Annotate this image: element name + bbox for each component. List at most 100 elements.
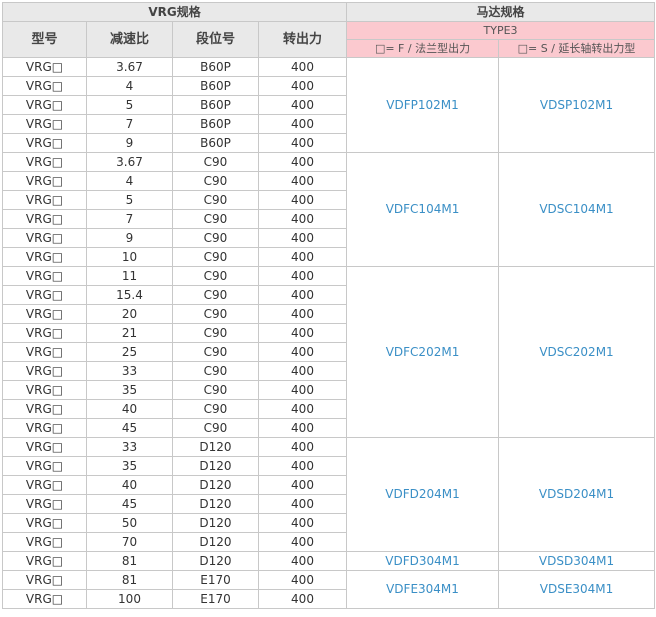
output-cell: 400 bbox=[257, 380, 348, 400]
output-cell: 400 bbox=[257, 570, 348, 590]
model-cell: VRG□ bbox=[2, 171, 87, 191]
ratio-cell: 21 bbox=[86, 323, 173, 343]
ratio-cell: 50 bbox=[86, 513, 173, 533]
model-cell: VRG□ bbox=[2, 228, 87, 248]
ratio-cell: 7 bbox=[86, 209, 173, 229]
output-cell: 400 bbox=[257, 57, 348, 77]
output-cell: 400 bbox=[257, 266, 348, 286]
model-cell: VRG□ bbox=[2, 437, 87, 457]
model-cell: VRG□ bbox=[2, 513, 87, 533]
ratio-cell: 33 bbox=[86, 361, 173, 381]
ratio-cell: 81 bbox=[86, 570, 173, 590]
ratio-cell: 45 bbox=[86, 418, 173, 438]
step-cell: C90 bbox=[172, 266, 259, 286]
ratio-cell: 100 bbox=[86, 589, 173, 609]
model-cell: VRG□ bbox=[2, 361, 87, 381]
ratio-cell: 25 bbox=[86, 342, 173, 362]
output-cell: 400 bbox=[257, 437, 348, 457]
step-cell: B60P bbox=[172, 133, 259, 153]
ratio-cell: 70 bbox=[86, 532, 173, 552]
type-header: TYPE3 bbox=[346, 21, 656, 40]
step-cell: C90 bbox=[172, 323, 259, 343]
model-cell: VRG□ bbox=[2, 76, 87, 96]
model-cell: VRG□ bbox=[2, 266, 87, 286]
step-cell: D120 bbox=[172, 551, 259, 571]
model-cell: VRG□ bbox=[2, 342, 87, 362]
ratio-header: 减速比 bbox=[86, 21, 173, 58]
vrg-spec-header: VRG规格 bbox=[1, 2, 348, 22]
output-cell: 400 bbox=[257, 171, 348, 191]
model-cell: VRG□ bbox=[2, 209, 87, 229]
model-cell: VRG□ bbox=[2, 380, 87, 400]
step-cell: E170 bbox=[172, 589, 259, 609]
ratio-cell: 35 bbox=[86, 456, 173, 476]
step-cell: C90 bbox=[172, 342, 259, 362]
step-cell: C90 bbox=[172, 152, 259, 172]
model-cell: VRG□ bbox=[2, 133, 87, 153]
step-cell: C90 bbox=[172, 171, 259, 191]
model-cell: VRG□ bbox=[2, 95, 87, 115]
shaft-motor-cell: VDSD204M1 bbox=[498, 437, 656, 552]
output-cell: 400 bbox=[257, 209, 348, 229]
model-cell: VRG□ bbox=[2, 551, 87, 571]
output-cell: 400 bbox=[257, 418, 348, 438]
output-cell: 400 bbox=[257, 399, 348, 419]
output-cell: 400 bbox=[257, 152, 348, 172]
step-cell: C90 bbox=[172, 418, 259, 438]
ratio-cell: 20 bbox=[86, 304, 173, 324]
model-cell: VRG□ bbox=[2, 304, 87, 324]
flange-motor-cell: VDFD304M1 bbox=[346, 551, 500, 571]
step-cell: D120 bbox=[172, 532, 259, 552]
shaft-motor-cell: VDSE304M1 bbox=[498, 570, 656, 609]
step-cell: C90 bbox=[172, 304, 259, 324]
flange-motor-cell: VDFE304M1 bbox=[346, 570, 500, 609]
step-cell: C90 bbox=[172, 228, 259, 248]
output-cell: 400 bbox=[257, 304, 348, 324]
step-cell: B60P bbox=[172, 95, 259, 115]
ratio-cell: 10 bbox=[86, 247, 173, 267]
ratio-cell: 3.67 bbox=[86, 57, 173, 77]
model-cell: VRG□ bbox=[2, 456, 87, 476]
output-cell: 400 bbox=[257, 285, 348, 305]
model-cell: VRG□ bbox=[2, 285, 87, 305]
step-cell: C90 bbox=[172, 209, 259, 229]
ratio-cell: 7 bbox=[86, 114, 173, 134]
output-cell: 400 bbox=[257, 361, 348, 381]
flange-motor-cell: VDFC104M1 bbox=[346, 152, 500, 267]
ratio-cell: 9 bbox=[86, 133, 173, 153]
step-cell: C90 bbox=[172, 247, 259, 267]
ratio-cell: 33 bbox=[86, 437, 173, 457]
ratio-cell: 11 bbox=[86, 266, 173, 286]
table-row: VRG□ 33 D120 400 VDFD204M1 VDSD204M1 bbox=[2, 437, 656, 552]
ratio-cell: 45 bbox=[86, 494, 173, 514]
step-cell: B60P bbox=[172, 114, 259, 134]
model-cell: VRG□ bbox=[2, 570, 87, 590]
shaft-motor-cell: VDSD304M1 bbox=[498, 551, 656, 571]
ratio-cell: 40 bbox=[86, 399, 173, 419]
output-cell: 400 bbox=[257, 532, 348, 552]
flange-motor-cell: VDFC202M1 bbox=[346, 266, 500, 438]
step-cell: D120 bbox=[172, 494, 259, 514]
output-header: 转出力 bbox=[257, 21, 348, 58]
flange-motor-cell: VDFD204M1 bbox=[346, 437, 500, 552]
step-cell: C90 bbox=[172, 399, 259, 419]
ratio-cell: 5 bbox=[86, 95, 173, 115]
output-cell: 400 bbox=[257, 323, 348, 343]
model-cell: VRG□ bbox=[2, 152, 87, 172]
step-cell: C90 bbox=[172, 380, 259, 400]
shaft-motor-cell: VDSC202M1 bbox=[498, 266, 656, 438]
model-cell: VRG□ bbox=[2, 475, 87, 495]
model-cell: VRG□ bbox=[2, 190, 87, 210]
model-cell: VRG□ bbox=[2, 589, 87, 609]
output-cell: 400 bbox=[257, 513, 348, 533]
output-cell: 400 bbox=[257, 95, 348, 115]
output-cell: 400 bbox=[257, 190, 348, 210]
table-row: VRG□ 11 C90 400 VDFC202M1 VDSC202M1 bbox=[2, 266, 656, 438]
step-cell: E170 bbox=[172, 570, 259, 590]
motor-spec-header: 马达规格 bbox=[346, 2, 656, 22]
table-row: VRG□ 81 E170 400 VDFE304M1 VDSE304M1 bbox=[2, 570, 656, 609]
model-cell: VRG□ bbox=[2, 114, 87, 134]
output-cell: 400 bbox=[257, 456, 348, 476]
flange-type-header: □= F / 法兰型出力 bbox=[346, 39, 500, 58]
shaft-motor-cell: VDSP102M1 bbox=[498, 57, 656, 153]
